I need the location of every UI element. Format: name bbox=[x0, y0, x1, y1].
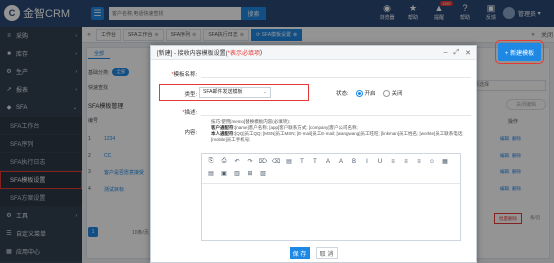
new-template-button[interactable]: + 新建模板 bbox=[495, 40, 544, 64]
font-family-icon[interactable]: T bbox=[297, 157, 307, 166]
paragraph-icon[interactable]: ▤ bbox=[284, 157, 294, 166]
font-color-icon[interactable]: A bbox=[323, 157, 333, 166]
list-icon[interactable]: ▤ bbox=[206, 169, 216, 178]
dialog-footer: 保 存 取 消 bbox=[151, 244, 476, 262]
cancel-button[interactable]: 取 消 bbox=[315, 247, 338, 259]
redo-icon[interactable]: ↷ bbox=[245, 157, 255, 166]
editor-toolbar: ⎘ ⎙ ↶ ↷ ⌦ ⌫ ▤ T T A A B I U ≡ ≡ ≡ ☺ ▦ ▤ … bbox=[202, 154, 460, 184]
bold-icon[interactable]: B bbox=[349, 157, 359, 166]
desc-label: *描述: bbox=[182, 110, 197, 116]
italic-icon[interactable]: I bbox=[362, 157, 372, 166]
align-right-icon[interactable]: ≡ bbox=[414, 157, 424, 166]
name-label: *模板名称: bbox=[171, 72, 197, 78]
emoji-icon[interactable]: ☺ bbox=[427, 157, 437, 166]
content-label: 内容: bbox=[184, 130, 197, 136]
description-input[interactable] bbox=[201, 106, 471, 116]
undo-icon[interactable]: ↶ bbox=[232, 157, 242, 166]
dialog-title-suffix: ) bbox=[260, 49, 263, 56]
dialog-title-prefix: [新建] - 接收内容模板设置( bbox=[157, 51, 228, 57]
status-label: 状态: bbox=[336, 91, 349, 97]
underline-icon[interactable]: U bbox=[375, 157, 385, 166]
align-left-icon[interactable]: ≡ bbox=[388, 157, 398, 166]
paste-icon[interactable]: ⎙ bbox=[219, 157, 229, 166]
source-icon[interactable]: ▧ bbox=[258, 169, 268, 178]
dialog-title-required: *表示必填项 bbox=[227, 51, 261, 57]
maximize-icon[interactable]: ⤢ bbox=[454, 49, 460, 57]
minimize-icon[interactable]: – bbox=[444, 49, 448, 57]
type-select[interactable]: SFA邮件发送模板 ⌄ bbox=[199, 87, 271, 98]
media-icon[interactable]: ▥ bbox=[232, 169, 242, 178]
template-name-input[interactable] bbox=[201, 68, 471, 78]
status-off-radio[interactable]: 关闭 bbox=[382, 89, 403, 97]
chevron-down-icon: ⌄ bbox=[262, 89, 267, 95]
dialog-header: [新建] - 接收内容模板设置(*表示必填项) – ⤢ ✕ bbox=[151, 46, 476, 60]
save-button[interactable]: 保 存 bbox=[289, 247, 310, 259]
status-field: 状态: 开启 关闭 bbox=[336, 89, 403, 97]
insert-icon[interactable]: ⊞ bbox=[245, 169, 255, 178]
placeholder-tips: 技巧:使用[memo]替换模板内容(必填项); 客户通配符:[name]客户名称… bbox=[211, 119, 464, 142]
highlight-icon[interactable]: A bbox=[336, 157, 346, 166]
rich-text-editor[interactable]: ⎘ ⎙ ↶ ↷ ⌦ ⌫ ▤ T T A A B I U ≡ ≡ ≡ ☺ ▦ ▤ … bbox=[201, 153, 461, 241]
status-on-radio[interactable]: 开启 bbox=[355, 89, 376, 97]
erase-icon[interactable]: ⌫ bbox=[271, 157, 281, 166]
table-icon[interactable]: ▦ bbox=[440, 157, 450, 166]
copy-icon[interactable]: ⎘ bbox=[206, 157, 216, 166]
type-label: 类型: bbox=[184, 92, 197, 98]
align-center-icon[interactable]: ≡ bbox=[401, 157, 411, 166]
image-icon[interactable]: ▣ bbox=[219, 169, 229, 178]
close-icon[interactable]: ✕ bbox=[465, 49, 471, 57]
font-size-icon[interactable]: T bbox=[310, 157, 320, 166]
template-dialog: [新建] - 接收内容模板设置(*表示必填项) – ⤢ ✕ *模板名称: 类型:… bbox=[150, 45, 477, 263]
clear-format-icon[interactable]: ⌦ bbox=[258, 157, 268, 166]
